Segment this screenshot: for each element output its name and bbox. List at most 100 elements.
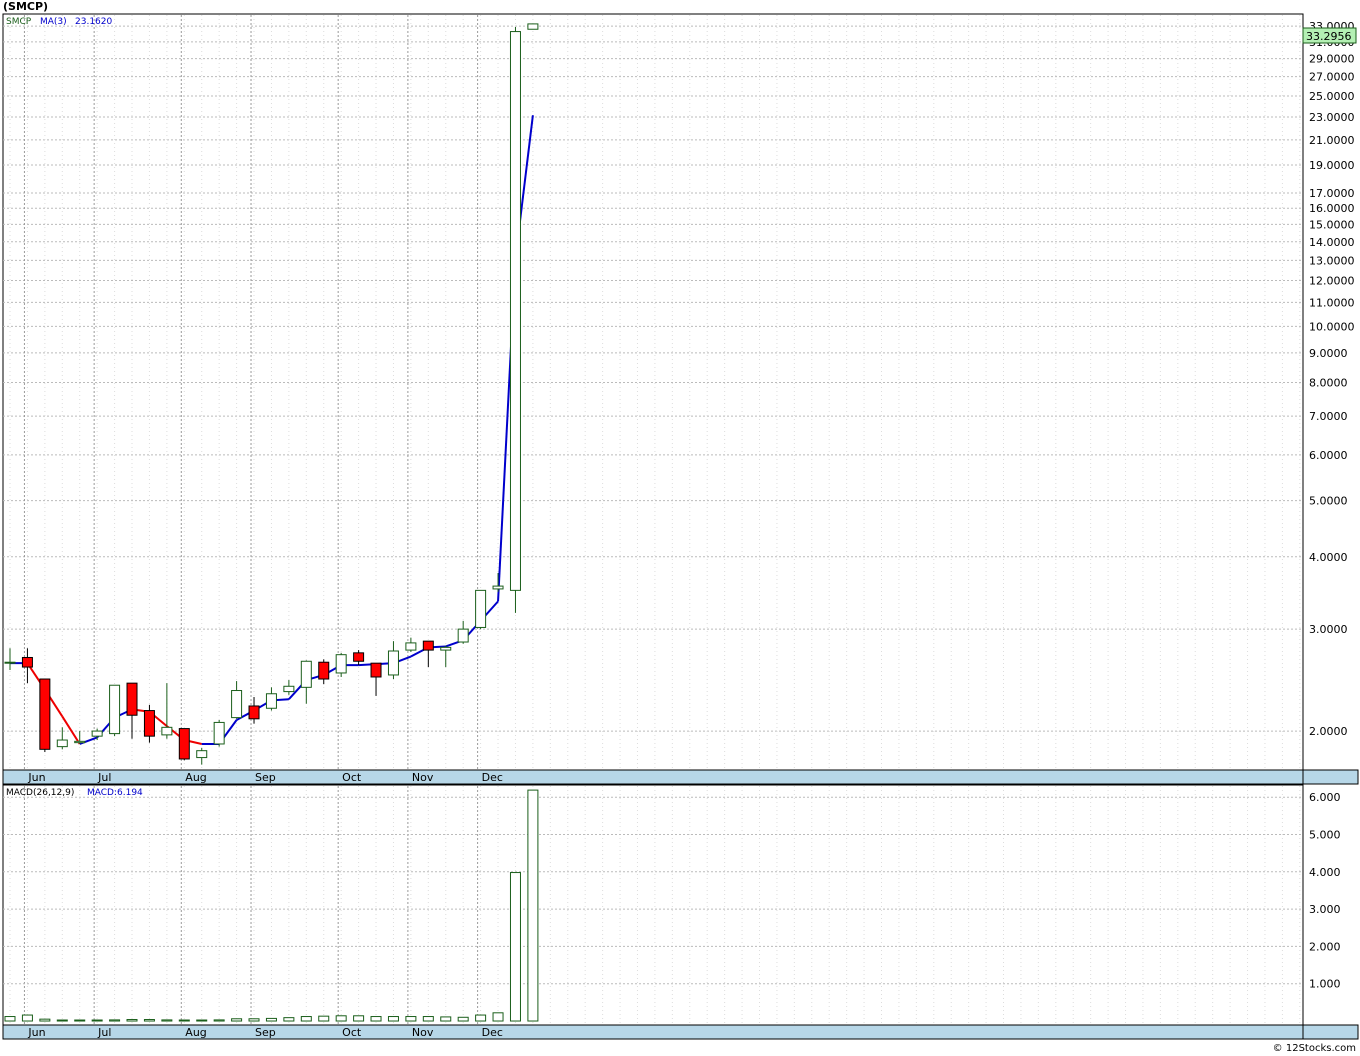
macd-bar — [56, 1019, 68, 1022]
copyright-notice: © 12Stocks.com — [1272, 1043, 1356, 1054]
macd-month-label: Jun — [27, 1026, 45, 1039]
macd-bar — [422, 1016, 434, 1022]
price-month-label: Sep — [255, 771, 276, 784]
price-tick-label: 21.0000 — [1309, 134, 1355, 147]
price-tick-label: 11.0000 — [1309, 296, 1355, 309]
price-tick-label: 17.0000 — [1309, 187, 1355, 200]
macd-bar — [405, 1016, 417, 1022]
price-legend-symbol: SMCP — [6, 17, 32, 27]
macd-bar — [4, 1016, 16, 1022]
candle-down — [370, 662, 382, 678]
price-tick-label: 8.0000 — [1309, 376, 1348, 389]
macd-bar — [527, 789, 539, 1022]
macd-bar — [335, 1015, 347, 1022]
macd-tick-label: 1.000 — [1309, 978, 1341, 991]
candle-down — [39, 678, 51, 750]
chart-canvas: 2.0000 3.0000 4.0000 5.0000 6.0000 7.0000 8.00… — [2, 13, 1359, 1040]
macd-tick-label: 3.000 — [1309, 903, 1341, 916]
macd-bar — [39, 1018, 51, 1022]
macd-panel-frame — [2, 784, 1304, 1026]
candle-up — [440, 646, 452, 651]
macd-bar — [231, 1018, 243, 1022]
price-tick-label: 2.0000 — [1309, 725, 1348, 738]
candle-up — [161, 726, 173, 736]
price-tick-label: 16.0000 — [1309, 202, 1355, 215]
price-tick-label: 4.0000 — [1309, 551, 1348, 564]
candle-up — [475, 589, 487, 628]
candle-up — [265, 693, 277, 709]
price-tick-label: 5.0000 — [1309, 495, 1348, 508]
price-tick-label: 25.0000 — [1309, 90, 1355, 103]
macd-tick-label: 2.000 — [1309, 940, 1341, 953]
macd-bar — [353, 1015, 365, 1022]
candle-down — [178, 728, 190, 760]
price-tick-label: 23.0000 — [1309, 111, 1355, 124]
candle-down — [422, 640, 434, 651]
price-tick-label: 9.0000 — [1309, 347, 1348, 360]
macd-bar — [109, 1019, 121, 1022]
macd-bar — [143, 1019, 155, 1022]
candle-up — [74, 740, 86, 744]
macd-bar — [248, 1018, 260, 1022]
macd-bar — [440, 1016, 452, 1022]
candle-up — [91, 730, 103, 737]
macd-bar — [283, 1017, 295, 1022]
candle-down — [318, 661, 330, 680]
macd-tick-label: 6.000 — [1309, 791, 1341, 804]
macd-bar — [492, 1012, 504, 1022]
candle-up — [405, 642, 417, 651]
last-price-label: 33.2956 — [1306, 30, 1352, 43]
candle-up — [283, 685, 295, 693]
price-tick-label: 10.0000 — [1309, 320, 1355, 333]
candle-down — [126, 682, 138, 716]
macd-legend-label: MACD(26,12,9) — [6, 788, 74, 798]
macd-bar — [300, 1016, 312, 1022]
price-tick-label: 7.0000 — [1309, 410, 1348, 423]
candle-up — [56, 739, 68, 748]
candle-down — [21, 656, 33, 668]
price-tick-label: 3.0000 — [1309, 623, 1348, 636]
price-tick-label: 27.0000 — [1309, 71, 1355, 84]
candle-up — [527, 23, 539, 30]
macd-month-label: Nov — [412, 1026, 434, 1039]
macd-bar — [178, 1019, 190, 1022]
macd-bar — [387, 1016, 399, 1022]
macd-month-label: Dec — [482, 1026, 503, 1039]
macd-month-label: Oct — [342, 1026, 362, 1039]
macd-legend-value: MACD:6.194 — [87, 788, 143, 798]
price-month-label: Oct — [342, 771, 362, 784]
macd-bar — [457, 1016, 469, 1022]
macd-bar — [126, 1019, 138, 1022]
candle-up — [492, 585, 504, 590]
macd-bar — [161, 1019, 173, 1022]
price-tick-label: 12.0000 — [1309, 275, 1355, 288]
candle-up — [231, 690, 243, 719]
candle-up — [335, 654, 347, 674]
candle-down — [353, 652, 365, 662]
macd-bar — [475, 1014, 487, 1022]
candle-up — [457, 628, 469, 643]
macd-bar — [21, 1014, 33, 1022]
candle-up — [509, 31, 521, 591]
macd-month-label: Aug — [185, 1026, 206, 1039]
macd-bar — [91, 1019, 103, 1022]
price-tick-label: 15.0000 — [1309, 218, 1355, 231]
price-legend-ma-value: 23.1620 — [75, 17, 112, 27]
macd-axis-labels: 1.000 2.000 3.000 4.000 5.000 6.000 — [1309, 791, 1341, 991]
price-month-label: Jul — [97, 771, 111, 784]
macd-bar — [509, 872, 521, 1022]
price-tick-label: 13.0000 — [1309, 254, 1355, 267]
price-month-label: Aug — [185, 771, 206, 784]
price-axis-labels: 2.0000 3.0000 4.0000 5.0000 6.0000 7.0000 8.00… — [1309, 20, 1355, 738]
right-axis-band-macd — [1302, 1024, 1359, 1040]
macd-bar — [265, 1017, 277, 1022]
candle-up — [109, 684, 121, 735]
macd-bar — [196, 1019, 208, 1022]
macd-tick-label: 5.000 — [1309, 828, 1341, 841]
price-tick-label: 14.0000 — [1309, 236, 1355, 249]
price-month-labels: Jun Jul Aug Sep Oct Nov Dec — [27, 771, 502, 784]
candle-up — [300, 660, 312, 688]
price-month-label: Jun — [27, 771, 45, 784]
candle-up — [4, 661, 16, 664]
macd-bar — [74, 1019, 86, 1022]
